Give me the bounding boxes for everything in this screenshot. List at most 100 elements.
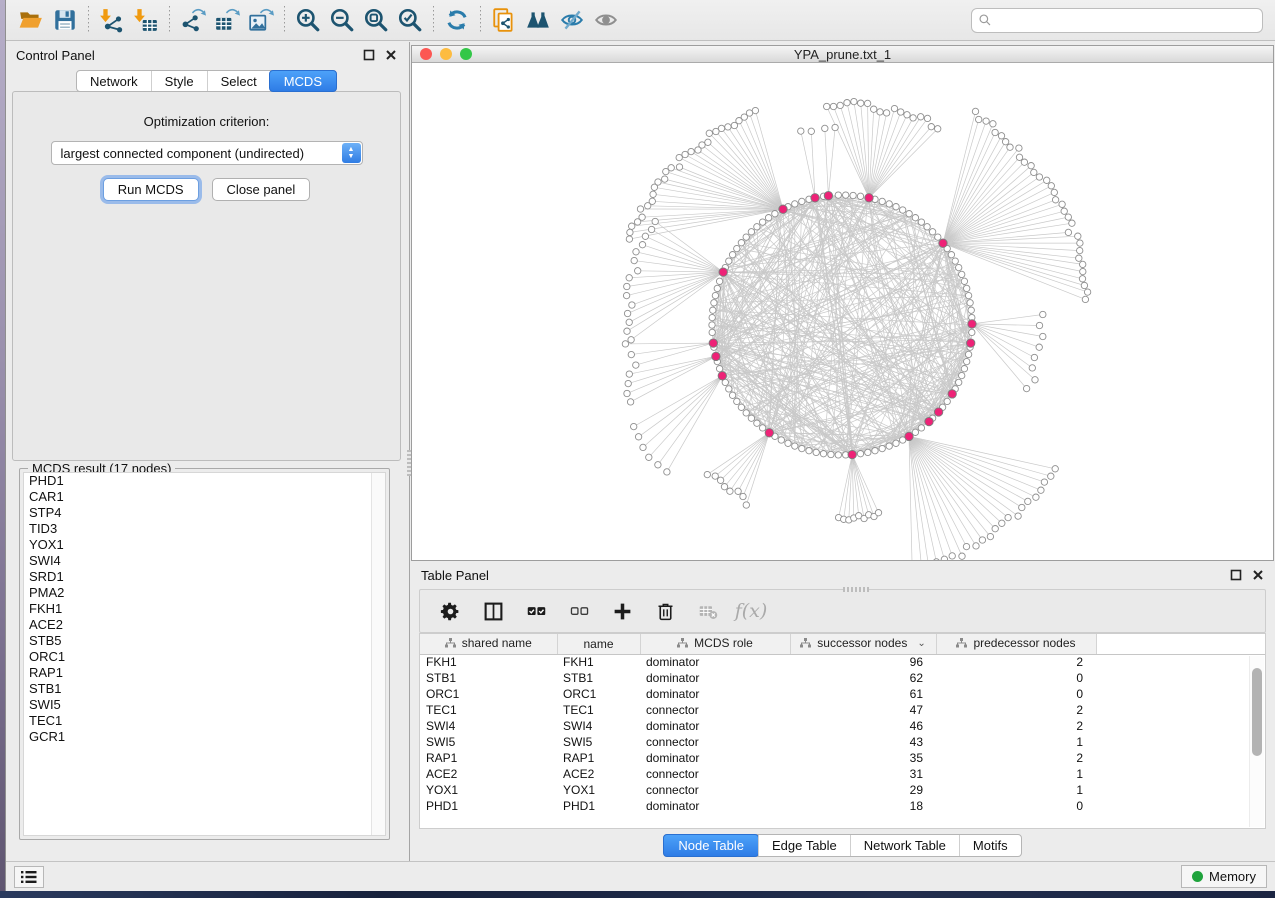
- table-row[interactable]: PHD1PHD1dominator180: [420, 798, 1265, 814]
- table-row[interactable]: SWI5SWI5connector431: [420, 734, 1265, 750]
- result-list-item[interactable]: STB5: [24, 633, 385, 649]
- table-row[interactable]: ORC1ORC1dominator610: [420, 686, 1265, 702]
- table-cell[interactable]: 2: [936, 718, 1096, 734]
- close-panel-button[interactable]: Close panel: [212, 178, 311, 201]
- table-cell[interactable]: ORC1: [557, 686, 640, 702]
- result-list-item[interactable]: GCR1: [24, 729, 385, 745]
- result-scrollbar[interactable]: [371, 473, 385, 835]
- result-list-item[interactable]: PHD1: [24, 473, 385, 489]
- table-cell[interactable]: 2: [936, 654, 1096, 670]
- tab-edge-table[interactable]: Edge Table: [758, 835, 850, 856]
- scrollbar-thumb[interactable]: [1252, 668, 1262, 756]
- table-cell[interactable]: dominator: [640, 798, 790, 814]
- hide-selected-button[interactable]: [555, 4, 589, 36]
- import-table-button[interactable]: [129, 4, 163, 36]
- close-panel-icon[interactable]: [385, 49, 397, 61]
- share-document-button[interactable]: [487, 4, 521, 36]
- table-cell[interactable]: dominator: [640, 686, 790, 702]
- horizontal-splitter-handle[interactable]: [843, 587, 869, 592]
- refresh-layout-button[interactable]: [440, 4, 474, 36]
- table-cell[interactable]: YOX1: [557, 782, 640, 798]
- column-header-shared-name[interactable]: shared name: [420, 634, 557, 654]
- tab-network-table[interactable]: Network Table: [850, 835, 959, 856]
- result-list-item[interactable]: PMA2: [24, 585, 385, 601]
- column-header-name[interactable]: name: [557, 634, 640, 654]
- search-input[interactable]: [992, 13, 1256, 27]
- import-network-button[interactable]: [95, 4, 129, 36]
- table-cell[interactable]: 1: [936, 734, 1096, 750]
- zoom-in-button[interactable]: [291, 4, 325, 36]
- zoom-out-button[interactable]: [325, 4, 359, 36]
- table-cell[interactable]: FKH1: [557, 654, 640, 670]
- table-cell[interactable]: TEC1: [420, 702, 557, 718]
- mcds-result-list[interactable]: PHD1CAR1STP4TID3YOX1SWI4SRD1PMA2FKH1ACE2…: [23, 472, 386, 836]
- tab-network[interactable]: Network: [77, 71, 151, 91]
- result-list-item[interactable]: TID3: [24, 521, 385, 537]
- table-cell[interactable]: 35: [790, 750, 936, 766]
- result-list-item[interactable]: TEC1: [24, 713, 385, 729]
- unselect-all-button[interactable]: [567, 599, 591, 623]
- table-settings-button[interactable]: [438, 599, 462, 623]
- table-row[interactable]: STB1STB1dominator620: [420, 670, 1265, 686]
- find-binoculars-button[interactable]: [521, 4, 555, 36]
- table-cell[interactable]: connector: [640, 734, 790, 750]
- table-cell[interactable]: PHD1: [420, 798, 557, 814]
- node-table[interactable]: shared namenameMCDS rolesuccessor nodes⌄…: [419, 633, 1266, 829]
- table-cell[interactable]: dominator: [640, 670, 790, 686]
- table-cell[interactable]: STB1: [420, 670, 557, 686]
- table-cell[interactable]: dominator: [640, 750, 790, 766]
- delete-row-button[interactable]: [653, 599, 677, 623]
- zoom-fit-button[interactable]: [359, 4, 393, 36]
- table-row[interactable]: FKH1FKH1dominator962: [420, 654, 1265, 670]
- task-history-button[interactable]: [14, 866, 44, 888]
- run-mcds-button[interactable]: Run MCDS: [103, 178, 199, 201]
- result-list-item[interactable]: YOX1: [24, 537, 385, 553]
- result-list-item[interactable]: SWI5: [24, 697, 385, 713]
- table-cell[interactable]: dominator: [640, 654, 790, 670]
- table-cell[interactable]: RAP1: [557, 750, 640, 766]
- table-cell[interactable]: 0: [936, 686, 1096, 702]
- result-list-item[interactable]: STP4: [24, 505, 385, 521]
- table-cell[interactable]: 1: [936, 766, 1096, 782]
- export-image-button[interactable]: [244, 4, 278, 36]
- table-cell[interactable]: 18: [790, 798, 936, 814]
- column-header-predecessor-nodes[interactable]: predecessor nodes: [936, 634, 1096, 654]
- table-row[interactable]: ACE2ACE2connector311: [420, 766, 1265, 782]
- export-table-button[interactable]: [210, 4, 244, 36]
- table-cell[interactable]: ORC1: [420, 686, 557, 702]
- table-cell[interactable]: 96: [790, 654, 936, 670]
- table-cell[interactable]: YOX1: [420, 782, 557, 798]
- float-panel-icon[interactable]: [363, 49, 375, 61]
- save-session-button[interactable]: [48, 4, 82, 36]
- network-graph[interactable]: [412, 64, 1273, 560]
- tab-select[interactable]: Select: [207, 71, 270, 91]
- select-all-button[interactable]: [524, 599, 548, 623]
- network-window-titlebar[interactable]: YPA_prune.txt_1: [412, 46, 1273, 63]
- result-list-item[interactable]: SRD1: [24, 569, 385, 585]
- table-cell[interactable]: 61: [790, 686, 936, 702]
- table-cell[interactable]: 2: [936, 702, 1096, 718]
- table-cell[interactable]: SWI4: [557, 718, 640, 734]
- table-cell[interactable]: STB1: [557, 670, 640, 686]
- result-list-item[interactable]: FKH1: [24, 601, 385, 617]
- table-row[interactable]: RAP1RAP1dominator352: [420, 750, 1265, 766]
- open-file-button[interactable]: [14, 4, 48, 36]
- table-cell[interactable]: ACE2: [557, 766, 640, 782]
- table-cell[interactable]: PHD1: [557, 798, 640, 814]
- column-header-MCDS-role[interactable]: MCDS role: [640, 634, 790, 654]
- result-list-item[interactable]: ORC1: [24, 649, 385, 665]
- table-cell[interactable]: 2: [936, 750, 1096, 766]
- table-row[interactable]: TEC1TEC1connector472: [420, 702, 1265, 718]
- table-cell[interactable]: SWI5: [420, 734, 557, 750]
- table-cell[interactable]: 46: [790, 718, 936, 734]
- table-cell[interactable]: connector: [640, 782, 790, 798]
- table-cell[interactable]: connector: [640, 766, 790, 782]
- export-network-button[interactable]: [176, 4, 210, 36]
- result-list-item[interactable]: STB1: [24, 681, 385, 697]
- criterion-select[interactable]: largest connected component (undirected)…: [51, 141, 363, 165]
- search-box[interactable]: [971, 8, 1263, 33]
- table-cell[interactable]: 47: [790, 702, 936, 718]
- table-cell[interactable]: 0: [936, 670, 1096, 686]
- table-cell[interactable]: TEC1: [557, 702, 640, 718]
- tab-motifs[interactable]: Motifs: [959, 835, 1021, 856]
